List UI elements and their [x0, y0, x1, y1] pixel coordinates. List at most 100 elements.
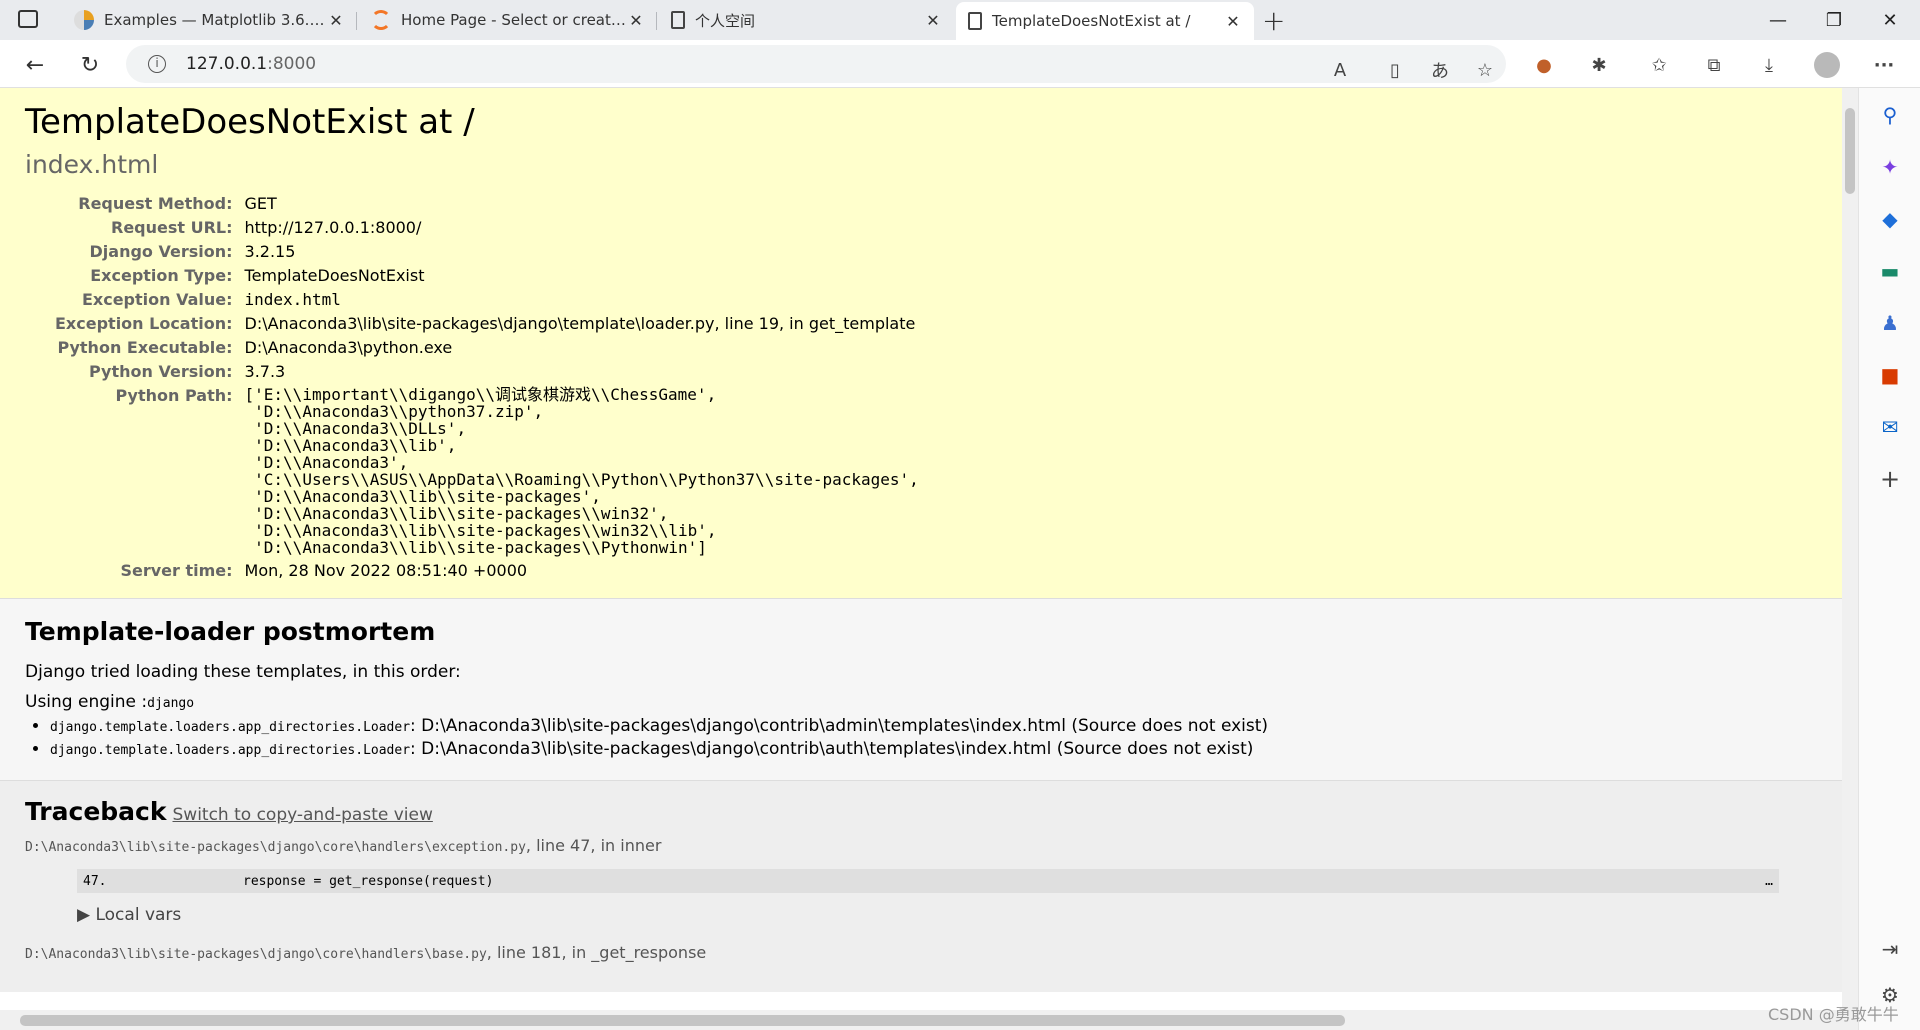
- meta-row: Python Path: ['E:\\important\\digango\\调试…: [55, 383, 919, 558]
- postmortem-heading: Template-loader postmortem: [25, 617, 436, 646]
- read-aloud-icon[interactable]: A: [1326, 57, 1354, 83]
- vertical-scrollbar[interactable]: [1842, 88, 1858, 1010]
- expand-context-icon[interactable]: …: [1765, 874, 1773, 889]
- close-icon[interactable]: ✕: [924, 11, 942, 30]
- office-icon[interactable]: ■: [1875, 360, 1905, 390]
- collections-icon[interactable]: ⧉: [1700, 52, 1728, 78]
- meta-value: ['E:\\important\\digango\\调试象棋游戏\\ChessG…: [244, 385, 919, 557]
- outlook-icon[interactable]: ✉: [1875, 412, 1905, 442]
- meta-row: Python Executable: D:\Anaconda3\python.ex…: [55, 335, 919, 359]
- meta-row: Python Version: 3.7.3: [55, 359, 919, 383]
- shopping-tag-icon[interactable]: ◆: [1875, 204, 1905, 234]
- traceback-context-line[interactable]: 47. response = get_response(request) …: [77, 869, 1779, 893]
- matplotlib-icon: [74, 10, 94, 30]
- games-icon[interactable]: ♟: [1875, 308, 1905, 338]
- loader-item: django.template.loaders.app_directories.…: [50, 739, 1817, 759]
- meta-row: Django Version: 3.2.15: [55, 239, 919, 263]
- tab-title: Examples — Matplotlib 3.6.2 documentatio…: [104, 11, 327, 29]
- meta-label: Exception Value:: [81, 290, 233, 309]
- meta-value: TemplateDoesNotExist: [244, 266, 425, 285]
- meta-row: Exception Value: index.html: [55, 287, 919, 311]
- jupyter-icon: [371, 10, 391, 30]
- traceback-section: Traceback Switch to copy-and-paste view D…: [0, 781, 1842, 992]
- traceback-frame-file: D:\Anaconda3\lib\site-packages\django\co…: [25, 943, 707, 962]
- meta-label: Server time:: [120, 561, 233, 580]
- exception-subtitle: index.html: [25, 150, 159, 179]
- loader-list: django.template.loaders.app_directories.…: [50, 716, 1817, 759]
- meta-label: Request URL:: [111, 218, 233, 237]
- downloads-icon[interactable]: ⤓: [1755, 52, 1783, 78]
- switch-view-link[interactable]: Switch to copy-and-paste view: [173, 805, 433, 825]
- more-menu-icon[interactable]: ···: [1870, 52, 1898, 78]
- meta-value: http://127.0.0.1:8000/: [244, 218, 422, 237]
- horizontal-scrollbar[interactable]: [0, 1010, 1858, 1030]
- page-icon: [671, 11, 685, 29]
- maximize-button[interactable]: ❐: [1806, 0, 1862, 40]
- meta-row: Server time: Mon, 28 Nov 2022 08:51:40 +0…: [55, 558, 919, 582]
- url-field[interactable]: i 127.0.0.1:8000 A ▯ あ ☆: [126, 45, 1506, 83]
- new-tab-button[interactable]: +: [1262, 4, 1285, 37]
- browser-title-bar: Examples — Matplotlib 3.6.2 documentatio…: [0, 0, 1920, 40]
- tab-actions-icon[interactable]: [18, 10, 38, 28]
- extension-avatar-icon[interactable]: ●: [1530, 52, 1558, 78]
- meta-row: Request Method: GET: [55, 191, 919, 215]
- tab-title: Home Page - Select or create a notebook: [401, 11, 627, 29]
- template-postmortem: Template-loader postmortem Django tried …: [0, 599, 1842, 781]
- postmortem-intro: Django tried loading these templates, in…: [25, 662, 461, 682]
- line-number: 47.: [83, 873, 107, 889]
- address-bar-row: ← ↻ i 127.0.0.1:8000 A ▯ あ ☆ ● ✱ ✩ ⧉ ⤓ ·…: [0, 40, 1920, 88]
- copilot-icon[interactable]: ✦: [1875, 152, 1905, 182]
- translate-icon[interactable]: あ: [1426, 57, 1454, 83]
- scroll-thumb[interactable]: [20, 1015, 1345, 1026]
- meta-label: Python Path:: [115, 386, 233, 405]
- page-title: TemplateDoesNotExist at /: [25, 102, 475, 142]
- profile-avatar[interactable]: [1813, 52, 1841, 78]
- minimize-button[interactable]: —: [1750, 0, 1806, 40]
- info-icon[interactable]: i: [148, 55, 166, 73]
- code-line: response = get_response(request): [243, 873, 494, 889]
- window-close-button[interactable]: ✕: [1862, 0, 1918, 40]
- meta-value: 3.7.3: [244, 362, 286, 381]
- request-meta-table: Request Method: GET Request URL: http://127…: [55, 191, 919, 582]
- extensions-icon[interactable]: ✱: [1585, 52, 1613, 78]
- scroll-thumb[interactable]: [1845, 108, 1855, 194]
- engine-line: Using engine :django: [25, 692, 195, 712]
- add-favorite-icon[interactable]: ☆: [1471, 57, 1499, 83]
- meta-value: Mon, 28 Nov 2022 08:51:40 +0000: [244, 561, 528, 580]
- traceback-frame-file: D:\Anaconda3\lib\site-packages\django\co…: [25, 836, 662, 855]
- tab-template-error[interactable]: TemplateDoesNotExist at / ✕: [956, 2, 1254, 40]
- page-content: TemplateDoesNotExist at / index.html Req…: [0, 88, 1842, 1010]
- local-vars-toggle[interactable]: ▶ Local vars: [77, 905, 1817, 925]
- url-text: 127.0.0.1:8000: [186, 54, 317, 74]
- search-icon[interactable]: ⚲: [1875, 100, 1905, 130]
- tab-title: 个人空间: [695, 11, 756, 30]
- tab-jupyter[interactable]: Home Page - Select or create a notebook …: [359, 2, 657, 38]
- hide-sidebar-icon[interactable]: ⇥: [1875, 934, 1905, 964]
- page-icon: [968, 12, 982, 30]
- tab-personal-space[interactable]: 个人空间 ✕: [659, 2, 954, 38]
- tab-matplotlib[interactable]: Examples — Matplotlib 3.6.2 documentatio…: [62, 2, 357, 38]
- watermark: CSDN @勇敢牛牛: [1768, 1005, 1899, 1024]
- close-icon[interactable]: ✕: [327, 11, 345, 30]
- add-icon[interactable]: +: [1875, 464, 1905, 494]
- meta-label: Exception Type:: [90, 266, 233, 285]
- refresh-icon[interactable]: ↻: [75, 50, 105, 80]
- tools-icon[interactable]: ▬: [1875, 256, 1905, 286]
- meta-row: Exception Type: TemplateDoesNotExist: [55, 263, 919, 287]
- meta-value: GET: [244, 194, 277, 213]
- traceback-heading: Traceback Switch to copy-and-paste view: [25, 797, 433, 826]
- loader-item: django.template.loaders.app_directories.…: [50, 716, 1817, 736]
- close-icon[interactable]: ✕: [627, 11, 645, 30]
- meta-label: Django Version:: [89, 242, 233, 261]
- back-icon[interactable]: ←: [20, 50, 50, 80]
- close-icon[interactable]: ✕: [1224, 12, 1242, 31]
- immersive-reader-icon[interactable]: ▯: [1381, 57, 1409, 83]
- meta-label: Python Version:: [89, 362, 233, 381]
- tab-title: TemplateDoesNotExist at /: [992, 12, 1191, 30]
- meta-value: D:\Anaconda3\python.exe: [244, 338, 453, 357]
- error-summary: TemplateDoesNotExist at / index.html Req…: [0, 88, 1842, 599]
- favorites-icon[interactable]: ✩: [1645, 52, 1673, 78]
- meta-value: D:\Anaconda3\lib\site-packages\django\te…: [244, 314, 916, 333]
- meta-row: Request URL: http://127.0.0.1:8000/: [55, 215, 919, 239]
- meta-value: 3.2.15: [244, 242, 296, 261]
